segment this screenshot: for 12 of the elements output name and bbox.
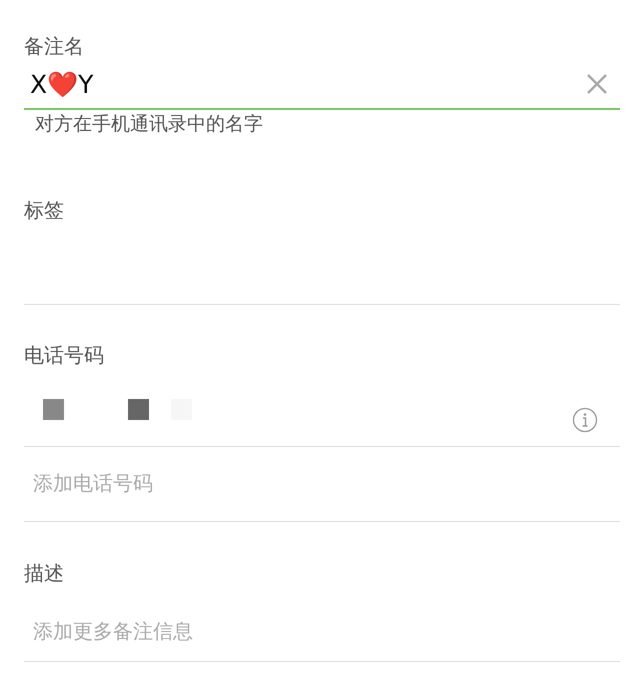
description-field[interactable]: 添加更多备注信息 <box>24 617 620 647</box>
hint-text: 对方在手机通讯录中的名字 <box>35 114 264 136</box>
redaction-block <box>128 399 149 420</box>
field-label: 描述 <box>24 562 65 587</box>
field-label: 电话号码 <box>24 344 105 369</box>
redaction-block <box>43 399 64 420</box>
field-label: 备注名 <box>24 35 85 60</box>
add-phone-field[interactable]: 添加电话号码 <box>24 469 620 499</box>
field-label: 标签 <box>24 199 65 224</box>
info-icon[interactable] <box>572 407 598 433</box>
clear-icon[interactable] <box>586 73 608 95</box>
remark-name-field[interactable]: X❤Y <box>24 60 586 108</box>
